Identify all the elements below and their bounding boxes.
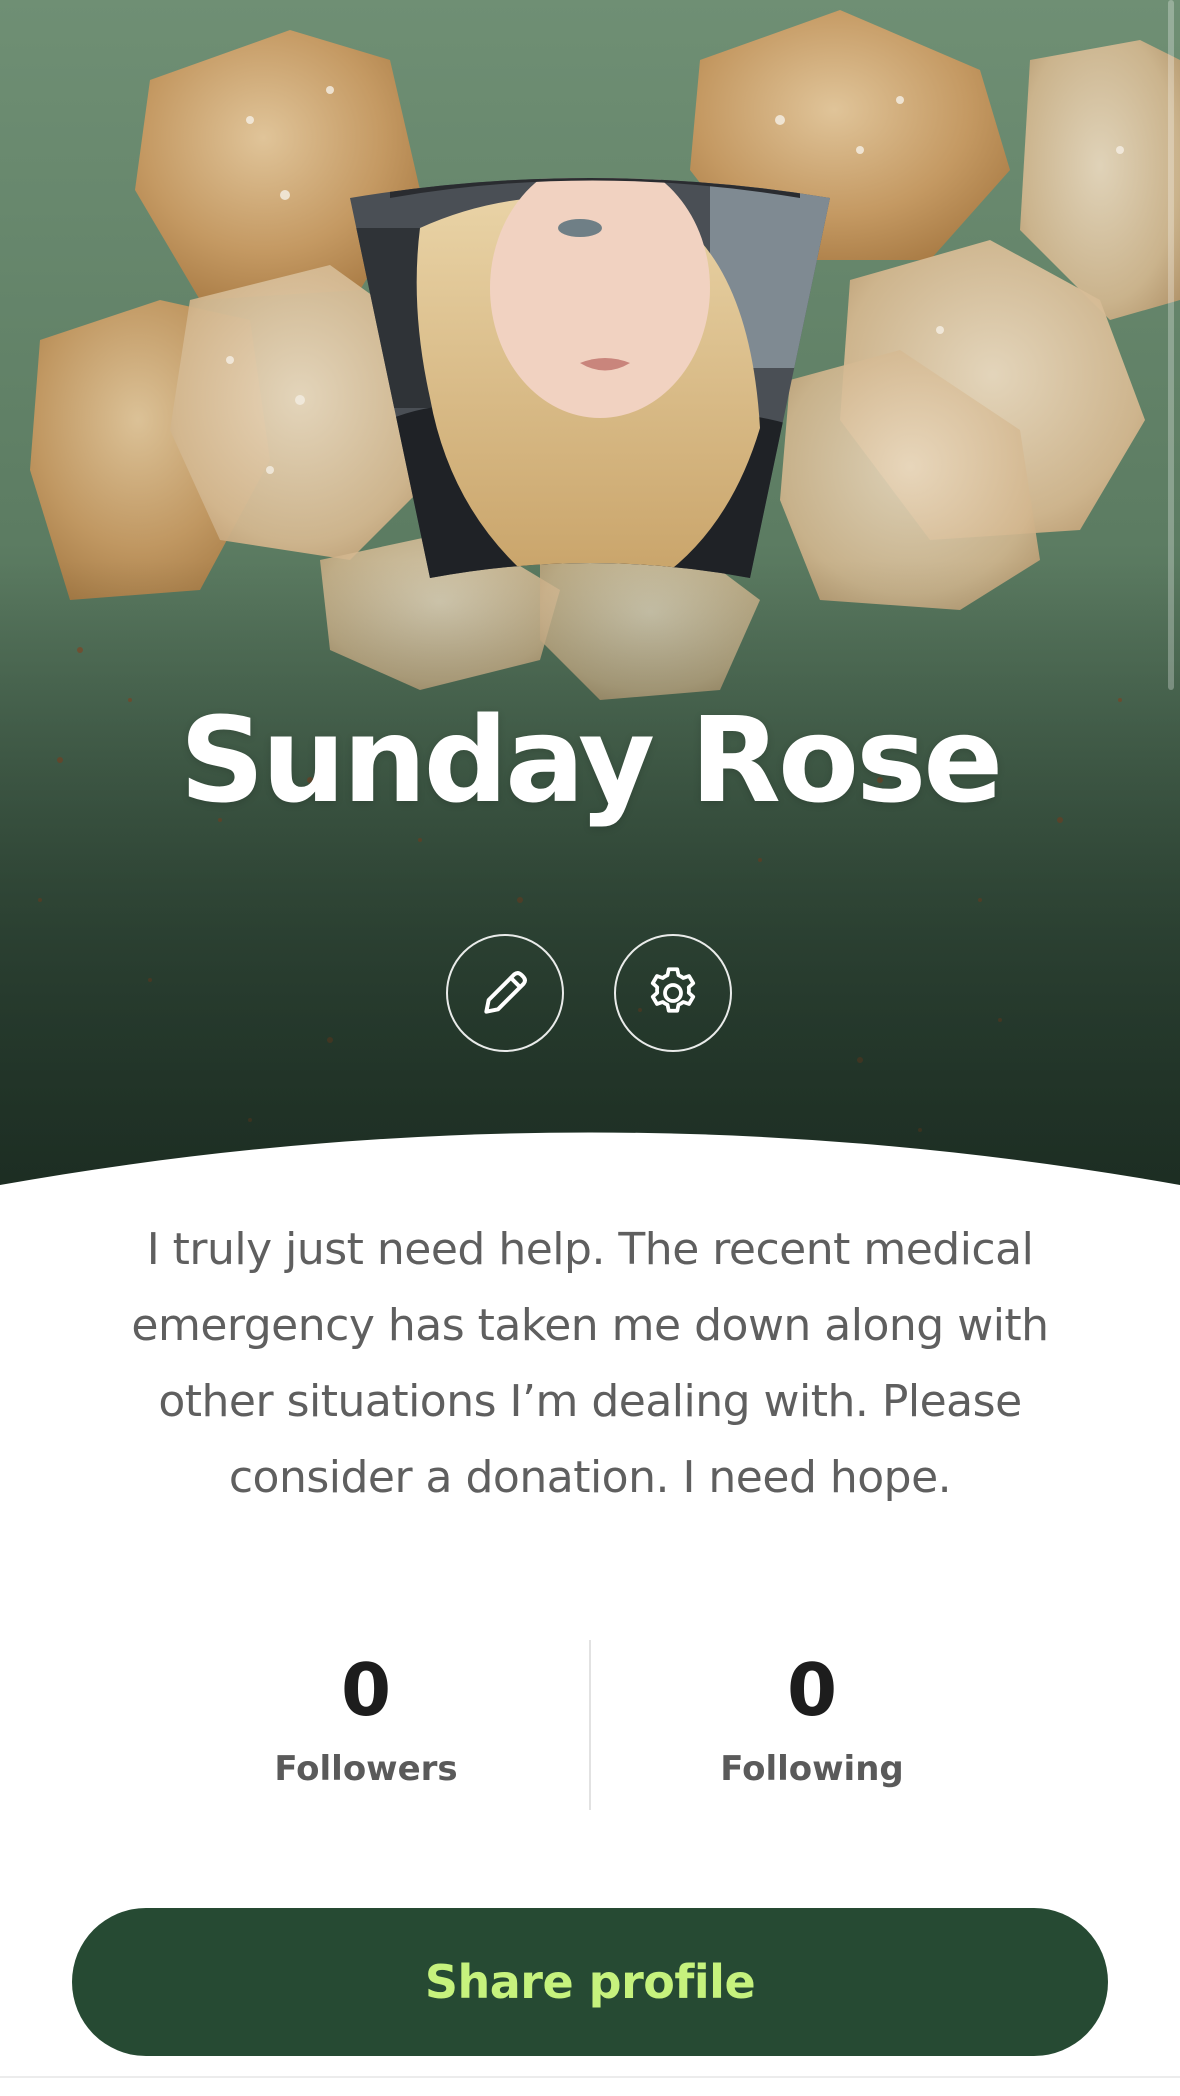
profile-bio: I truly just need help. The recent medic… (131, 1224, 1049, 1503)
stats-divider (589, 1640, 591, 1810)
following-count: 0 (786, 1648, 838, 1732)
followers-stat[interactable]: 0 Followers (216, 1640, 516, 1792)
cover-gradient-overlay (0, 560, 1180, 1200)
profile-name: Sunday Rose (179, 691, 1004, 829)
followers-count: 0 (340, 1648, 392, 1732)
settings-button[interactable] (614, 934, 732, 1052)
share-profile-button[interactable]: Share profile (72, 1908, 1108, 2056)
edit-profile-button[interactable] (446, 934, 564, 1052)
followers-label: Followers (274, 1749, 458, 1789)
pencil-icon (484, 971, 527, 1014)
profile-page: Sunday Rose I truly just need help. The … (0, 0, 1180, 2096)
following-label: Following (720, 1749, 904, 1789)
gear-icon (650, 967, 696, 1013)
bottom-divider (0, 2076, 1180, 2078)
following-stat[interactable]: 0 Following (662, 1640, 962, 1792)
scrollbar[interactable] (1168, 0, 1174, 690)
profile-avatar (350, 178, 830, 578)
